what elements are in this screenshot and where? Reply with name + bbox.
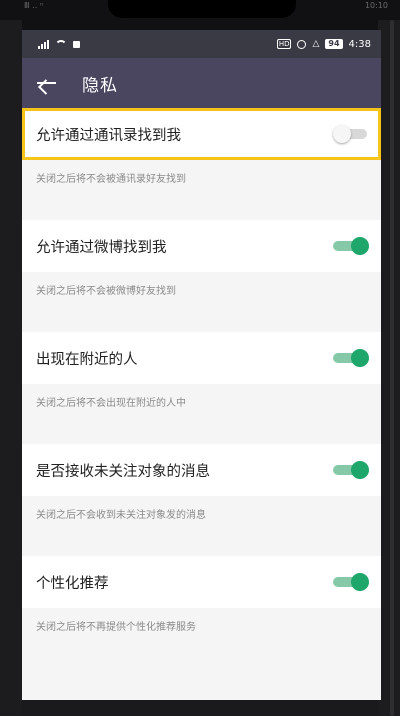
app-bar: 隐私: [22, 58, 381, 108]
alarm-icon: [297, 39, 307, 49]
outer-status-time: 10:10: [364, 1, 388, 10]
setting-row-personalized[interactable]: 个性化推荐: [22, 556, 381, 608]
toggle-nearby[interactable]: [333, 349, 369, 367]
camera-notch: [108, 0, 296, 18]
signal-icon: [38, 39, 49, 49]
device-frame: Ⅲ ‥ ⁿ 10:10 HD △ 94 4:38 隐私 允许通过通讯录找到我 关…: [0, 0, 400, 716]
toggle-weibo[interactable]: [333, 237, 369, 255]
setting-label: 是否接收未关注对象的消息: [36, 463, 210, 480]
toggle-stranger-messages[interactable]: [333, 461, 369, 479]
setting-label: 允许通过微博找到我: [36, 239, 167, 256]
bell-icon: △: [312, 39, 320, 49]
toggle-contacts[interactable]: [333, 125, 369, 143]
section-divider: [22, 204, 381, 220]
setting-row-stranger-messages[interactable]: 是否接收未关注对象的消息: [22, 444, 381, 496]
settings-list: 允许通过通讯录找到我 关闭之后将不会被通讯录好友找到 允许通过微博找到我 关闭之…: [22, 108, 381, 692]
setting-description: 关闭之后将不会被通讯录好友找到: [36, 174, 186, 185]
hd-badge: HD: [276, 39, 292, 49]
toggle-personalized[interactable]: [333, 573, 369, 591]
back-arrow-icon[interactable]: [36, 72, 58, 94]
battery-icon: 94: [325, 39, 343, 49]
setting-label: 出现在附近的人: [36, 351, 138, 368]
device-right-bezel: [378, 20, 400, 716]
notification-icon: [73, 40, 80, 48]
device-left-bezel: [0, 20, 22, 716]
page-title: 隐私: [82, 75, 118, 96]
setting-row-contacts[interactable]: 允许通过通讯录找到我: [22, 108, 381, 160]
section-divider: [22, 428, 381, 444]
setting-description: 关闭之后不会收到未关注对象发的消息: [36, 510, 206, 521]
setting-description: 关闭之后将不会出现在附近的人中: [36, 398, 186, 409]
list-bottom-space: [22, 652, 381, 692]
status-bar: HD △ 94 4:38: [22, 30, 381, 58]
setting-row-nearby[interactable]: 出现在附近的人: [22, 332, 381, 384]
section-divider: [22, 316, 381, 332]
setting-label: 个性化推荐: [36, 575, 109, 592]
wifi-icon: [55, 39, 67, 49]
outer-status-left: Ⅲ ‥ ⁿ: [24, 1, 44, 10]
device-top-bezel: Ⅲ ‥ ⁿ 10:10: [0, 0, 400, 34]
status-time: 4:38: [348, 38, 371, 50]
setting-description: 关闭之后将不再提供个性化推荐服务: [36, 622, 196, 633]
phone-screen: HD △ 94 4:38 隐私 允许通过通讯录找到我 关闭之后将不会被通讯录好友…: [22, 30, 381, 700]
setting-description: 关闭之后将不会被微博好友找到: [36, 286, 176, 297]
setting-label: 允许通过通讯录找到我: [36, 127, 181, 144]
setting-row-weibo[interactable]: 允许通过微博找到我: [22, 220, 381, 272]
section-divider: [22, 540, 381, 556]
